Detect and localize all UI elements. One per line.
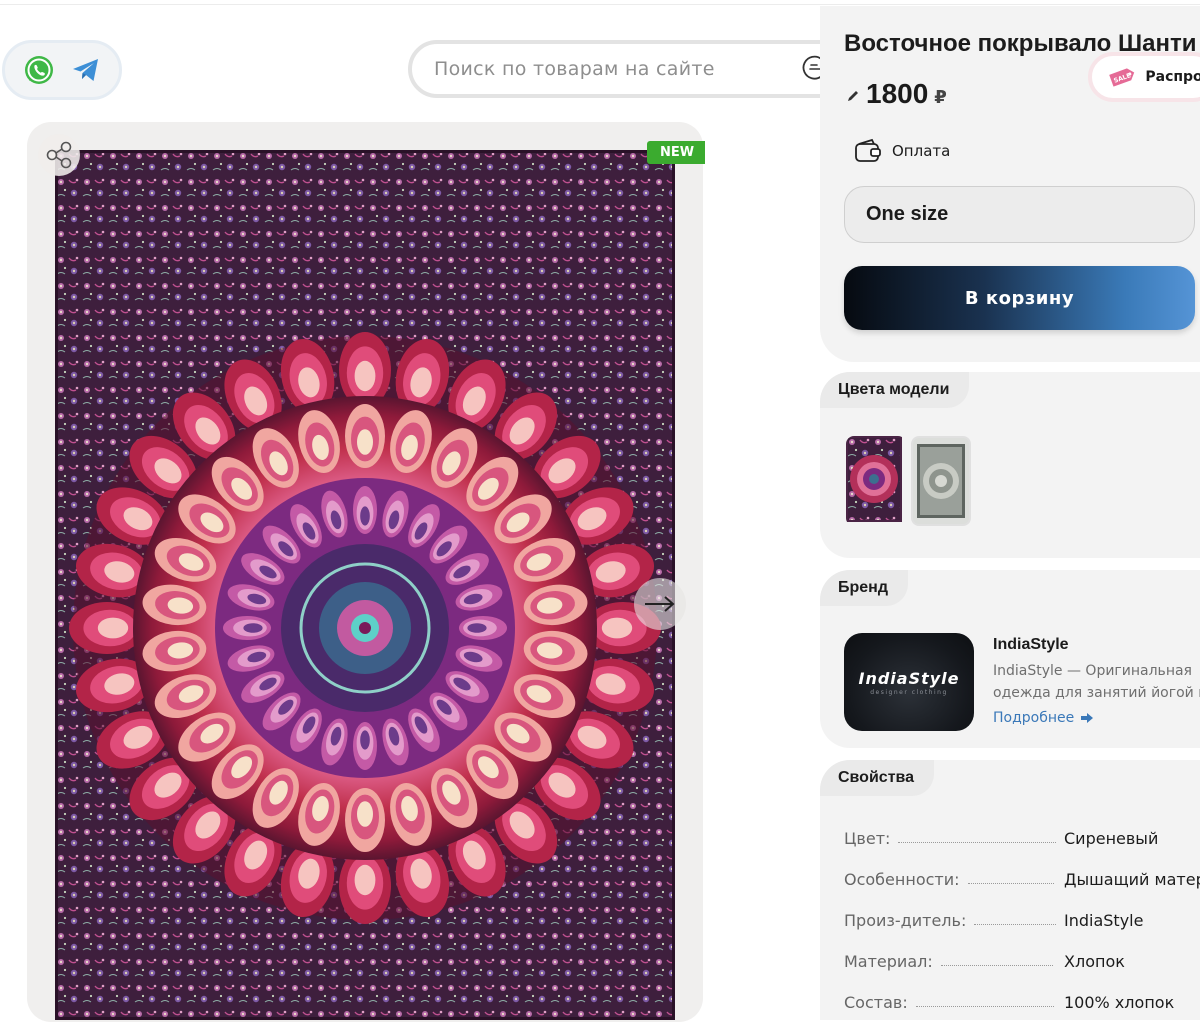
brand-description-line: одежда для занятий йогой и bbox=[993, 685, 1200, 701]
properties-heading: Свойства bbox=[820, 760, 935, 796]
brand-logo-subtitle: designer clothing bbox=[870, 688, 948, 696]
product-info-column: Восточное покрывало Шанти SALE Распрод 1… bbox=[820, 0, 1200, 1020]
model-colors-heading: Цвета модели bbox=[820, 372, 970, 408]
property-leader bbox=[898, 842, 1057, 843]
color-swatch-lilac[interactable] bbox=[846, 436, 906, 526]
property-key: Материал: bbox=[844, 952, 933, 971]
whatsapp-icon[interactable] bbox=[22, 53, 56, 87]
arrow-right-icon bbox=[1081, 713, 1094, 723]
gallery-next-arrow-icon[interactable] bbox=[634, 578, 686, 630]
brand-more-label: Подробнее bbox=[993, 710, 1075, 726]
property-leader bbox=[940, 965, 1053, 966]
property-value: IndiaStyle bbox=[1064, 911, 1144, 930]
price-value: 1800 bbox=[866, 78, 929, 109]
property-leader bbox=[915, 1006, 1054, 1007]
property-key: Состав: bbox=[844, 993, 908, 1012]
property-key: Особенности: bbox=[844, 870, 960, 889]
property-key: Цвет: bbox=[844, 829, 891, 848]
messenger-links bbox=[2, 40, 122, 100]
brand-description-line: IndiaStyle — Оригинальная bbox=[993, 663, 1192, 679]
payment-label: Оплата bbox=[892, 142, 951, 160]
property-leader bbox=[967, 883, 1054, 884]
product-image bbox=[55, 150, 675, 1020]
sale-tag-icon: SALE bbox=[1109, 68, 1135, 87]
property-row: Произ-дитель: IndiaStyle bbox=[844, 906, 1200, 930]
size-selector[interactable]: One size bbox=[844, 186, 1195, 243]
brand-panel: Бренд IndiaStyle designer clothing India… bbox=[820, 570, 1200, 748]
brand-description: IndiaStyle — Оригинальная одежда для зан… bbox=[993, 660, 1200, 704]
property-value: 100% хлопок bbox=[1064, 993, 1175, 1012]
pencil-icon bbox=[848, 91, 858, 101]
property-value: Дышащий материал bbox=[1064, 870, 1200, 889]
color-swatch-grey[interactable] bbox=[911, 436, 971, 526]
properties-panel: Свойства Цвет: Сиреневый Особенности: Ды… bbox=[820, 760, 1200, 1020]
product-summary-panel: Восточное покрывало Шанти SALE Распрод 1… bbox=[820, 6, 1200, 362]
telegram-icon[interactable] bbox=[69, 53, 103, 87]
brand-logo-text: IndiaStyle bbox=[858, 668, 960, 688]
sale-link[interactable]: SALE Распрод bbox=[1088, 52, 1200, 102]
brand-logo[interactable]: IndiaStyle designer clothing bbox=[844, 633, 974, 731]
property-value: Сиреневый bbox=[1064, 829, 1159, 848]
sale-label: Распрод bbox=[1145, 69, 1200, 85]
product-gallery[interactable] bbox=[27, 122, 703, 1022]
search-bar bbox=[408, 40, 856, 98]
brand-more-link[interactable]: Подробнее bbox=[993, 710, 1094, 726]
property-row: Особенности: Дышащий материал bbox=[844, 865, 1200, 889]
wallet-icon bbox=[855, 138, 881, 162]
model-colors-panel: Цвета модели bbox=[820, 372, 1200, 558]
brand-name: IndiaStyle bbox=[993, 636, 1069, 653]
property-value: Хлопок bbox=[1064, 952, 1125, 971]
add-to-cart-button[interactable]: В корзину bbox=[844, 266, 1195, 330]
price: 1800 ₽ bbox=[846, 78, 947, 110]
brand-heading: Бренд bbox=[820, 570, 908, 606]
property-row: Материал: Хлопок bbox=[844, 947, 1200, 971]
property-leader bbox=[974, 924, 1057, 925]
new-badge: NEW bbox=[647, 141, 706, 164]
property-row: Цвет: Сиреневый bbox=[844, 824, 1200, 848]
property-row: Состав: 100% хлопок bbox=[844, 988, 1200, 1012]
share-icon[interactable] bbox=[38, 134, 80, 176]
price-currency: ₽ bbox=[934, 87, 947, 108]
property-key: Произ-дитель: bbox=[844, 911, 967, 930]
payment-link[interactable]: Оплата bbox=[854, 138, 950, 164]
search-input[interactable] bbox=[434, 58, 800, 80]
